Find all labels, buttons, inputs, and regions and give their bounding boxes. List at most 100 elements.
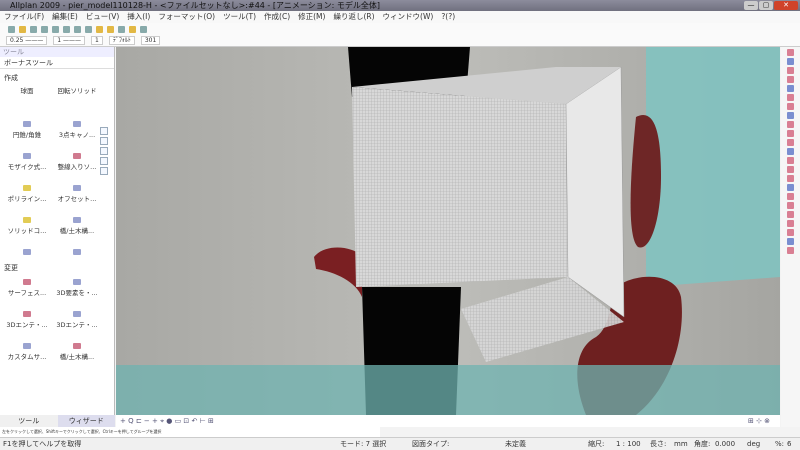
redo-icon[interactable]	[85, 25, 92, 33]
tool-3d-entity-2[interactable]: 3Dエンテ・...	[53, 307, 101, 335]
tool-icon[interactable]	[787, 184, 794, 191]
tool-icon[interactable]	[787, 202, 794, 209]
tool-icon[interactable]	[787, 121, 794, 128]
pen-select[interactable]: 0.25 ———	[6, 36, 48, 45]
angle-unit[interactable]: deg	[747, 438, 760, 450]
tool-icon[interactable]	[787, 112, 794, 119]
tool-label: 回転ソリッド	[57, 87, 97, 95]
menu-file[interactable]: ファイル(F)	[4, 11, 44, 23]
menu-create[interactable]: 作成(C)	[264, 11, 290, 23]
tool-extra-2[interactable]	[53, 245, 101, 259]
tool-bridge[interactable]: 橋/土木構...	[53, 213, 101, 241]
layer-select[interactable]: ﾃﾞﾌｫﾙﾄ	[108, 36, 135, 45]
tool-icon[interactable]	[787, 67, 794, 74]
tool-icon[interactable]	[787, 85, 794, 92]
print-icon[interactable]	[41, 25, 48, 33]
tool-icon[interactable]	[787, 94, 794, 101]
save-icon[interactable]	[30, 25, 37, 33]
tool-icon[interactable]	[787, 247, 794, 254]
strip-icon[interactable]	[100, 157, 108, 165]
tool-icon[interactable]	[787, 193, 794, 200]
strip-icon[interactable]	[100, 127, 108, 135]
menu-insert[interactable]: 挿入(I)	[127, 11, 150, 23]
module-select[interactable]: ボーナスツール	[0, 57, 114, 69]
layer-icon[interactable]	[96, 25, 103, 33]
zoom-icon[interactable]	[140, 25, 147, 33]
menu-tools[interactable]: ツール(T)	[223, 11, 256, 23]
help-text: F1を押してヘルプを取得	[3, 440, 82, 448]
tool-icon[interactable]	[787, 220, 794, 227]
strip-icon[interactable]	[100, 147, 108, 155]
model-icon[interactable]	[129, 25, 136, 33]
length-unit[interactable]: mm	[674, 438, 688, 450]
snap-icon[interactable]	[118, 25, 125, 33]
tool-mosaic[interactable]: モザイク式...	[3, 149, 51, 177]
tool-custom[interactable]: カスタムサ...	[3, 339, 51, 367]
tool-icon[interactable]	[787, 130, 794, 137]
box-side-face	[565, 66, 625, 318]
view-tools-right[interactable]: ⊞ ⊹ ⊗	[748, 415, 770, 427]
tool-offset[interactable]: オフセット...	[53, 181, 101, 209]
menu-format[interactable]: フォーマット(O)	[158, 11, 215, 23]
properties-icon[interactable]	[107, 25, 114, 33]
3d-entity-icon	[23, 311, 31, 317]
color-select[interactable]: 1	[91, 36, 103, 45]
menu-help[interactable]: ?(?)	[441, 11, 455, 23]
menu-edit[interactable]: 編集(E)	[52, 11, 78, 23]
new-icon[interactable]	[8, 25, 15, 33]
view-tools[interactable]: + Q ⊏ − + ⌖ ● ▭ ⊡ ↶ ⊢ ⊞	[120, 417, 214, 425]
tool-label: モザイク式...	[7, 163, 47, 171]
minimize-button[interactable]: —	[744, 1, 758, 10]
tool-icon[interactable]	[787, 139, 794, 146]
tab-tools[interactable]: ツール	[0, 415, 58, 427]
tool-sphere[interactable]: 球面	[3, 85, 51, 113]
close-button[interactable]: ✕	[774, 1, 798, 10]
tool-label: 3Dエンテ・...	[6, 321, 48, 329]
tool-ruled-solid[interactable]: 整線入りソ...	[53, 149, 101, 177]
tool-3d-element[interactable]: 3D要素を・...	[53, 275, 101, 303]
tool-icon[interactable]	[787, 76, 794, 83]
tool-cone[interactable]: 円錐/角錐	[3, 117, 51, 145]
tool-icon[interactable]	[787, 49, 794, 56]
tool-icon[interactable]	[787, 58, 794, 65]
open-icon[interactable]	[19, 25, 26, 33]
3d-viewport[interactable]	[116, 47, 780, 415]
tool-icon[interactable]	[787, 238, 794, 245]
tool-icon[interactable]	[787, 103, 794, 110]
copy-icon[interactable]	[52, 25, 59, 33]
angle-value[interactable]: 0.000	[715, 438, 735, 450]
tool-surface[interactable]: サーフェス...	[3, 275, 51, 303]
tool-polyline[interactable]: ポリライン...	[3, 181, 51, 209]
tool-bridge-modify[interactable]: 橋/土木構...	[53, 339, 101, 367]
maximize-button[interactable]: ▢	[759, 1, 773, 10]
tools-palette: ツール ボーナスツール 作成 球面 回転ソリッド 円錐/角錐 3点キャノ... …	[0, 47, 115, 415]
tool-solid-contour[interactable]: ソリッドコ...	[3, 213, 51, 241]
tool-label: 3D要素を・...	[56, 289, 98, 297]
menu-view[interactable]: ビュー(V)	[86, 11, 119, 23]
polyline-icon	[23, 185, 31, 191]
tool-icon[interactable]	[787, 157, 794, 164]
tool-icon[interactable]	[787, 211, 794, 218]
undo-icon[interactable]	[74, 25, 81, 33]
tool-icon[interactable]	[787, 148, 794, 155]
pattern-select[interactable]: 301	[140, 36, 161, 45]
menu-bar: ファイル(F) 編集(E) ビュー(V) 挿入(I) フォーマット(O) ツール…	[0, 11, 800, 23]
window-title: Allplan 2009 - pier_model110128-H - <ファイ…	[10, 1, 381, 10]
tab-wizard[interactable]: ウィザード	[57, 415, 115, 427]
tool-3d-entity-1[interactable]: 3Dエンテ・...	[3, 307, 51, 335]
tool-revolve-solid[interactable]: 回転ソリッド	[53, 85, 101, 113]
tool-icon[interactable]	[787, 166, 794, 173]
tool-label: 橋/土木構...	[59, 227, 95, 235]
tool-extra-1[interactable]	[3, 245, 51, 259]
scale-value[interactable]: 1 : 100	[616, 438, 641, 450]
menu-modify[interactable]: 修正(M)	[298, 11, 325, 23]
tool-icon[interactable]	[787, 175, 794, 182]
menu-repeat[interactable]: 繰り返し(R)	[333, 11, 374, 23]
paste-icon[interactable]	[63, 25, 70, 33]
line-select[interactable]: 1 ———	[53, 36, 86, 45]
strip-icon[interactable]	[100, 137, 108, 145]
tool-icon[interactable]	[787, 229, 794, 236]
tool-3pt-canopy[interactable]: 3点キャノ...	[53, 117, 101, 145]
strip-icon[interactable]	[100, 167, 108, 175]
menu-window[interactable]: ウィンドウ(W)	[383, 11, 434, 23]
